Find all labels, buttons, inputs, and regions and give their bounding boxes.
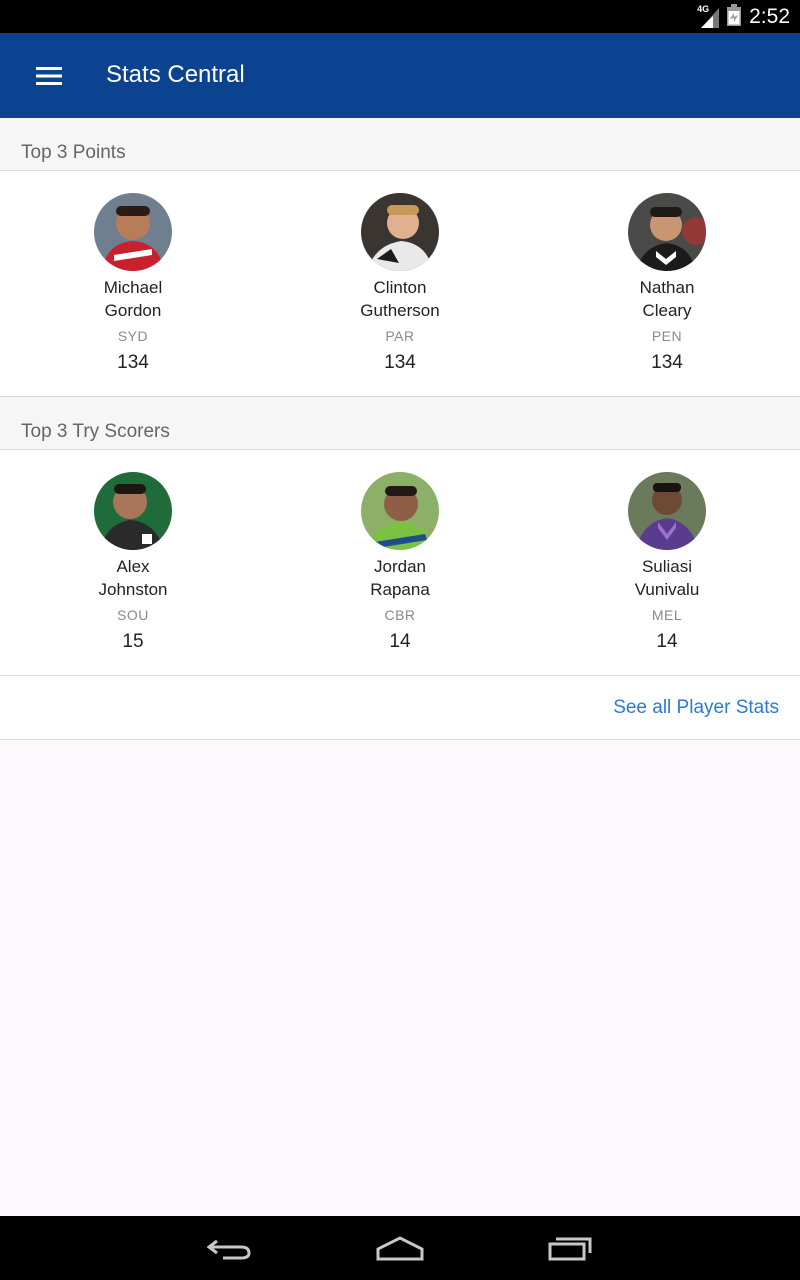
status-icons: 4G 2:52 xyxy=(697,3,790,31)
player-card[interactable]: Suliasi Vunivalu MEL 14 xyxy=(557,450,777,653)
player-stat-value: 134 xyxy=(117,352,149,373)
player-stat-value: 134 xyxy=(651,352,683,373)
player-avatar xyxy=(628,193,706,271)
player-last-name: Gutherson xyxy=(360,301,440,320)
player-team: CBR xyxy=(384,607,416,623)
player-stat-value: 14 xyxy=(656,631,678,652)
section-header-top-try-scorers: Top 3 Try Scorers xyxy=(0,397,800,450)
player-card[interactable]: Clinton Gutherson PAR 134 xyxy=(290,171,510,374)
player-row-top-points: Michael Gordon SYD 134 Clinton Gutherson… xyxy=(0,171,800,397)
home-button[interactable] xyxy=(370,1228,430,1268)
page-title: Stats Central xyxy=(106,61,245,88)
player-first-name: Nathan xyxy=(639,278,695,297)
player-stat-value: 15 xyxy=(122,631,144,652)
player-first-name: Clinton xyxy=(373,278,427,297)
home-icon xyxy=(376,1236,424,1261)
player-team: SOU xyxy=(117,607,149,623)
hamburger-menu-icon xyxy=(36,67,62,85)
player-card[interactable]: Nathan Cleary PEN 134 xyxy=(557,171,777,374)
player-avatar xyxy=(94,193,172,271)
battery-icon xyxy=(727,3,742,31)
see-all-player-stats-link[interactable]: See all Player Stats xyxy=(613,697,779,719)
back-icon xyxy=(207,1239,251,1260)
navigation-bar xyxy=(0,1216,800,1280)
section-header-top-points: Top 3 Points xyxy=(0,118,800,171)
section-title: Top 3 Try Scorers xyxy=(21,421,170,442)
player-card[interactable]: Jordan Rapana CBR 14 xyxy=(290,450,510,653)
player-card[interactable]: Alex Johnston SOU 15 xyxy=(23,450,243,653)
player-last-name: Johnston xyxy=(98,580,168,599)
player-first-name: Alex xyxy=(116,557,150,576)
player-row-top-try-scorers: Alex Johnston SOU 15 Jordan Rapana CBR 1… xyxy=(0,450,800,676)
player-last-name: Cleary xyxy=(642,301,692,320)
status-bar: 4G 2:52 xyxy=(0,0,800,33)
player-avatar xyxy=(361,193,439,271)
player-avatar xyxy=(628,472,706,550)
recents-icon xyxy=(548,1237,592,1261)
player-first-name: Michael xyxy=(103,278,163,297)
player-team: PAR xyxy=(385,328,415,344)
player-last-name: Gordon xyxy=(104,301,162,320)
stats-content: Top 3 Points Michael Gordon SYD 134 Clin… xyxy=(0,118,800,740)
app-bar: Stats Central xyxy=(0,33,800,118)
player-last-name: Rapana xyxy=(370,580,430,599)
menu-button[interactable] xyxy=(22,53,76,99)
recents-button[interactable] xyxy=(540,1228,600,1268)
player-avatar xyxy=(94,472,172,550)
player-team: SYD xyxy=(117,328,149,344)
player-team: MEL xyxy=(651,607,683,623)
player-avatar xyxy=(361,472,439,550)
player-stat-value: 14 xyxy=(389,631,411,652)
signal-icon: 4G xyxy=(697,4,721,28)
player-stat-value: 134 xyxy=(384,352,416,373)
section-title: Top 3 Points xyxy=(21,142,126,163)
player-first-name: Jordan xyxy=(374,557,426,576)
back-button[interactable] xyxy=(200,1228,260,1268)
player-last-name: Vunivalu xyxy=(634,580,700,599)
see-all-row: See all Player Stats xyxy=(0,676,800,740)
status-time: 2:52 xyxy=(749,5,790,28)
player-card[interactable]: Michael Gordon SYD 134 xyxy=(23,171,243,374)
player-first-name: Suliasi xyxy=(641,557,693,576)
player-team: PEN xyxy=(651,328,683,344)
